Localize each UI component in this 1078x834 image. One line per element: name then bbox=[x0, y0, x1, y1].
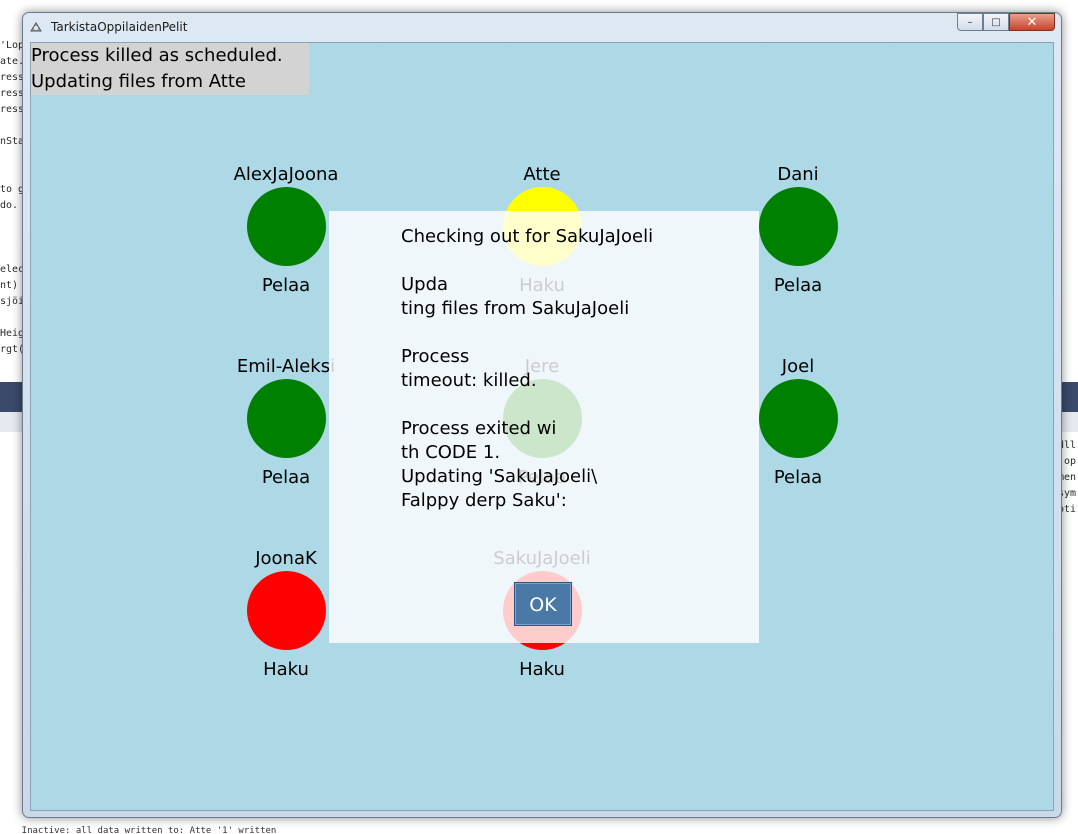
title-bar[interactable]: TarkistaOppilaidenPelit – □ ✕ bbox=[23, 13, 1061, 41]
background-code-left: 'Lop ate. ress ress ress nSta to g do. e… bbox=[0, 40, 24, 355]
player-status-indicator bbox=[759, 187, 838, 266]
app-icon bbox=[30, 22, 42, 32]
player-state: Haku bbox=[519, 659, 565, 680]
player-status-indicator bbox=[759, 379, 838, 458]
client-area: Process killed as scheduled. Updating fi… bbox=[30, 42, 1054, 811]
player-status-indicator bbox=[247, 571, 326, 650]
player-name: Atte bbox=[523, 164, 561, 185]
close-icon: ✕ bbox=[1026, 14, 1038, 30]
player-status-indicator bbox=[247, 379, 326, 458]
status-line: Updating files from Atte bbox=[31, 71, 246, 92]
window-title: TarkistaOppilaidenPelit bbox=[51, 20, 188, 34]
player-name: Dani bbox=[777, 164, 819, 185]
maximize-icon: □ bbox=[991, 16, 1001, 28]
status-log: Process killed as scheduled. Updating fi… bbox=[31, 43, 309, 95]
window-controls: – □ ✕ bbox=[957, 13, 1055, 31]
minimize-button[interactable]: – bbox=[957, 13, 983, 31]
dialog-message: Checking out for SakuJaJoeli Upda ting f… bbox=[401, 226, 654, 511]
ok-button[interactable]: OK bbox=[514, 582, 572, 626]
app-window: TarkistaOppilaidenPelit – □ ✕ Process ki… bbox=[22, 12, 1062, 818]
close-button[interactable]: ✕ bbox=[1009, 13, 1055, 31]
player-status-indicator bbox=[247, 187, 326, 266]
player-name: AlexJaJoona bbox=[233, 164, 339, 185]
checkout-dialog: Checking out for SakuJaJoeli Upda ting f… bbox=[329, 211, 759, 643]
status-line: Process killed as scheduled. bbox=[31, 45, 283, 66]
minimize-icon: – bbox=[967, 16, 973, 28]
maximize-button[interactable]: □ bbox=[983, 13, 1009, 31]
background-output-line: Inactive: all data written to: Atte '1' … bbox=[0, 826, 277, 834]
player-state: Haku bbox=[263, 659, 309, 680]
